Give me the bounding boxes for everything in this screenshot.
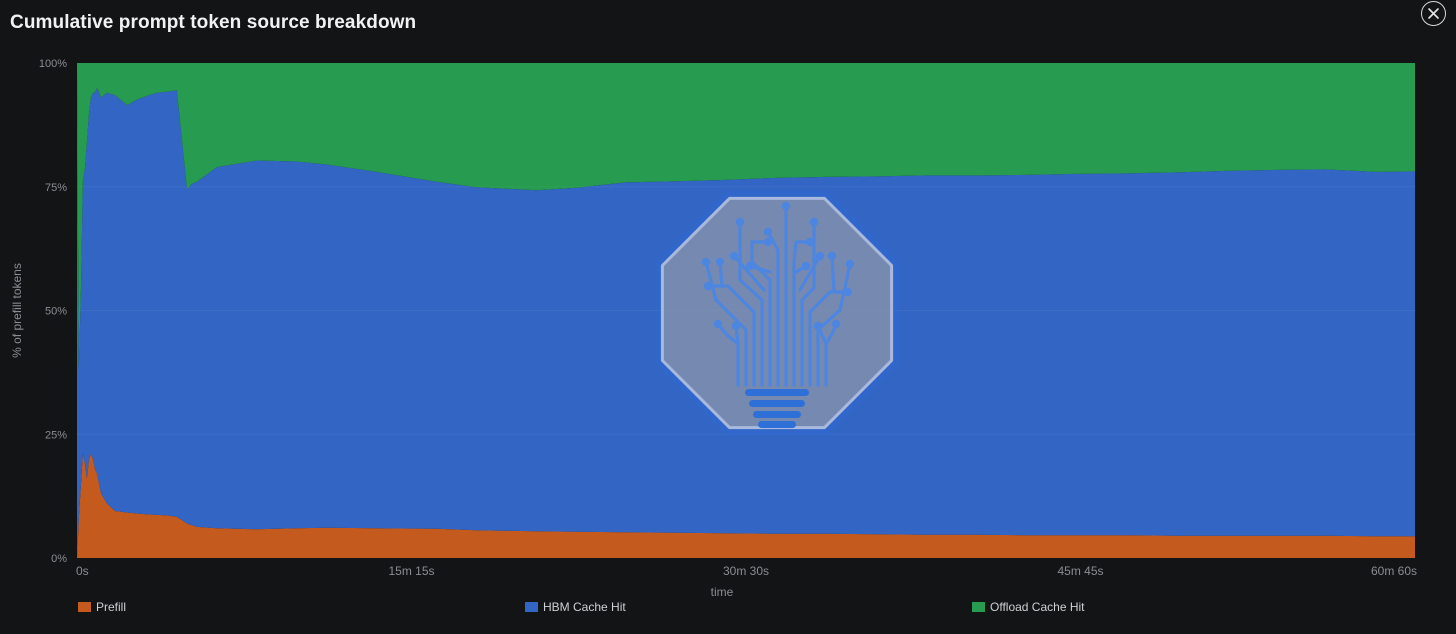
- legend-swatch-hbm: [525, 602, 538, 612]
- x-axis-label: time: [711, 585, 734, 599]
- legend-item-hbm-cache-hit[interactable]: HBM Cache Hit: [525, 600, 626, 614]
- x-tick-label: 15m 15s: [388, 564, 434, 578]
- x-tick-label: 30m 30s: [723, 564, 769, 578]
- legend-label: Offload Cache Hit: [990, 600, 1085, 614]
- lightbulb-circuit-tree-icon: [655, 191, 899, 435]
- y-tick-label: 75%: [45, 182, 67, 194]
- stacked-area-chart: 0% 25% 50% 75% 100% 0s 15m 15s 30m 30s 45m 45s 6…: [10, 58, 1417, 599]
- x-tick-label: 60m 60s: [1371, 564, 1417, 578]
- legend-label: Prefill: [96, 600, 127, 614]
- y-tick-label: 25%: [45, 429, 67, 441]
- y-axis-ticks: 0% 25% 50% 75% 100%: [39, 58, 67, 565]
- y-axis-label: % of prefill tokens: [10, 263, 24, 358]
- legend-swatch-prefill: [78, 602, 91, 612]
- y-tick-label: 100%: [39, 58, 67, 70]
- x-tick-label: 0s: [76, 564, 89, 578]
- y-tick-label: 50%: [45, 306, 67, 318]
- x-axis-ticks: 0s 15m 15s 30m 30s 45m 45s 60m 60s: [76, 564, 1417, 578]
- y-tick-label: 0%: [51, 553, 67, 565]
- legend-swatch-offload: [972, 602, 985, 612]
- x-tick-label: 45m 45s: [1057, 564, 1103, 578]
- legend-item-prefill[interactable]: Prefill: [78, 600, 126, 614]
- legend-label: HBM Cache Hit: [543, 600, 626, 614]
- legend-item-offload-cache-hit[interactable]: Offload Cache Hit: [972, 600, 1085, 614]
